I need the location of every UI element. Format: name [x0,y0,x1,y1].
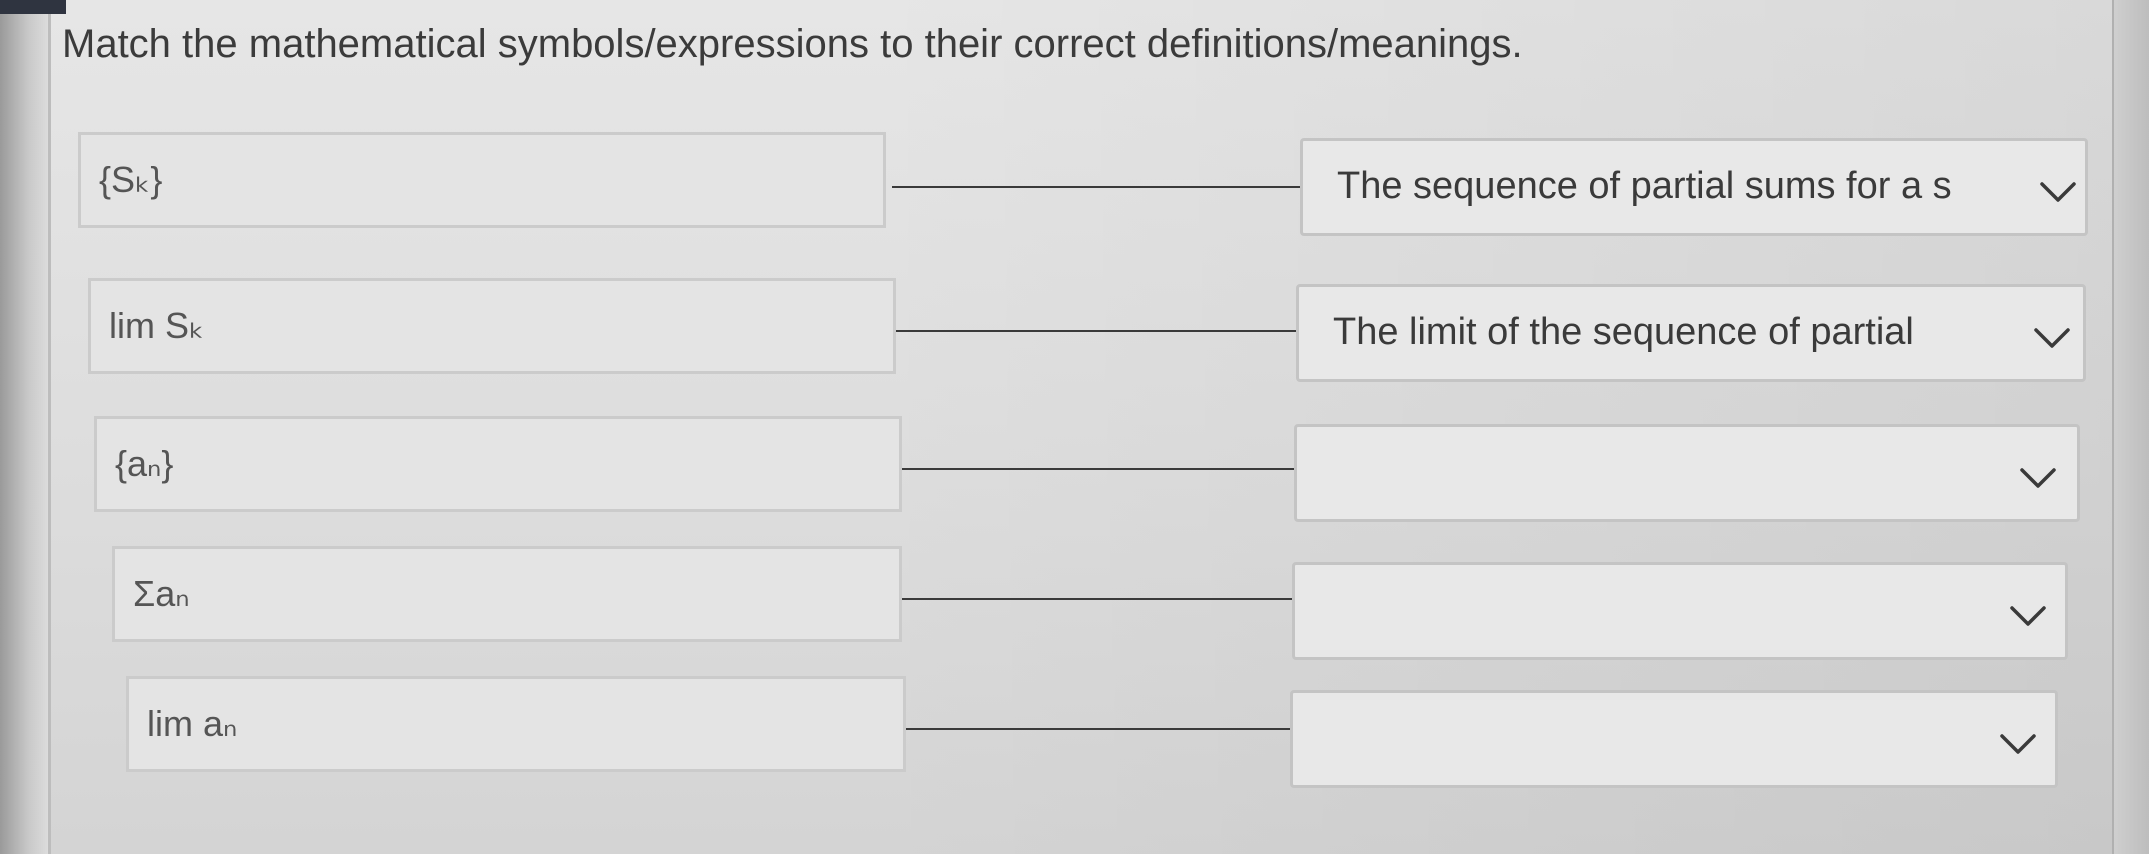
term-box-3: {aₙ} [94,416,902,512]
term-label-4: Σaₙ [133,573,190,614]
connector-line-2 [896,330,1296,332]
answer-select-2[interactable]: The limit of the sequence of partial [1296,284,2086,382]
connector-line-4 [902,598,1294,600]
answer-select-1[interactable]: The sequence of partial sums for a s [1300,138,2088,236]
chevron-down-icon[interactable] [2033,327,2071,349]
chevron-down-icon[interactable] [2009,605,2047,627]
chevron-down-icon[interactable] [1999,733,2037,755]
header-corner [0,0,66,14]
window-right-edge [2112,0,2149,854]
question-instruction: Match the mathematical symbols/expressio… [62,22,1523,66]
connector-line-3 [902,468,1294,470]
window-left-edge [0,0,48,854]
term-box-2: lim Sₖ [88,278,896,374]
term-label-3: {aₙ} [115,443,174,484]
chevron-down-icon[interactable] [2039,181,2077,203]
connector-line-1 [892,186,1300,188]
term-box-5: lim aₙ [126,676,906,772]
term-label-1: {Sₖ} [99,159,163,200]
answer-select-1-value: The sequence of partial sums for a s [1337,165,1952,207]
term-label-2: lim Sₖ [109,305,205,346]
chevron-down-icon[interactable] [2019,467,2057,489]
term-box-4: Σaₙ [112,546,902,642]
quiz-page: Match the mathematical symbols/expressio… [0,0,2149,854]
connector-line-5 [906,728,1290,730]
answer-select-4[interactable] [1292,562,2068,660]
term-box-1: {Sₖ} [78,132,886,228]
term-label-5: lim aₙ [147,703,238,744]
answer-select-2-value: The limit of the sequence of partial [1333,311,1914,353]
answer-select-5[interactable] [1290,690,2058,788]
window-border [48,0,51,854]
answer-select-3[interactable] [1294,424,2080,522]
